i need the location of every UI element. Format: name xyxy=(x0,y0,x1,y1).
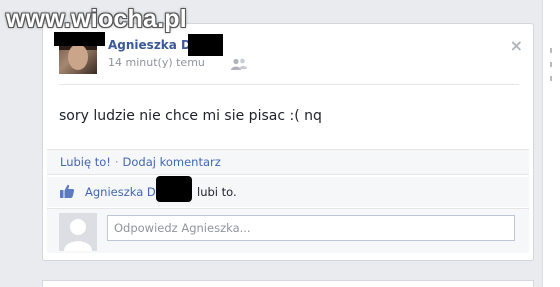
avatar-face xyxy=(68,44,88,70)
author-name[interactable]: Agnieszka D xyxy=(108,38,191,52)
close-icon[interactable]: × xyxy=(510,36,523,55)
post-text: sory ludzie nie chce mi sie pisac :( nq xyxy=(59,108,322,124)
post-header: Agnieszka D 14 minut(y) temu xyxy=(54,32,519,84)
next-feed-post xyxy=(42,280,534,287)
right-scroll-edge xyxy=(542,0,560,287)
watermark: www.wiocha.pl xyxy=(6,5,187,33)
post-timestamp[interactable]: 14 minut(y) temu xyxy=(108,56,205,69)
thumbs-up-icon xyxy=(60,184,75,198)
censor-bar xyxy=(188,34,223,56)
edge-tick xyxy=(550,76,552,81)
page: www.wiocha.pl Agnieszka D 14 minut(y) te… xyxy=(0,0,560,287)
feed-post: Agnieszka D 14 minut(y) temu × sory ludz… xyxy=(42,23,534,261)
friends-icon[interactable] xyxy=(230,58,248,70)
edge-tick xyxy=(550,62,552,67)
header-divider xyxy=(59,84,519,85)
person-silhouette-icon xyxy=(59,213,97,251)
action-separator: · xyxy=(114,155,119,169)
post-actions: Lubię to! · Dodaj komentarz xyxy=(47,149,529,175)
censor-bar xyxy=(54,32,105,46)
edge-tick xyxy=(550,48,552,53)
like-link[interactable]: Lubię to! xyxy=(60,155,111,169)
reply-input[interactable] xyxy=(107,215,515,241)
default-avatar xyxy=(59,213,97,251)
censor-bar xyxy=(156,176,192,202)
likes-summary: Agnieszka D lubi to. xyxy=(47,176,529,207)
add-comment-link[interactable]: Dodaj komentarz xyxy=(123,155,221,169)
reply-row xyxy=(47,208,529,253)
liker-name[interactable]: Agnieszka D xyxy=(85,185,156,199)
likes-suffix: lubi to. xyxy=(197,185,237,199)
